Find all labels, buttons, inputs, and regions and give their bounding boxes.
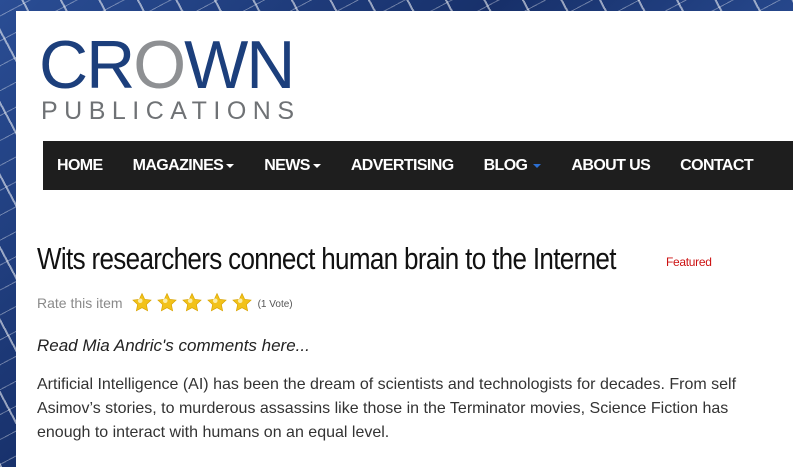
nav-item-label: ADVERTISING — [350, 156, 454, 174]
logo-crown-part2: WN — [184, 27, 295, 103]
nav-item-label: MAGAZINES — [132, 156, 224, 174]
article-paragraph-line: enough to interact with humans on an equ… — [37, 424, 390, 441]
main-navigation: HOME MAGAZINES NEWS ADVERTISING BLOG ABO… — [43, 141, 793, 190]
star-icon[interactable] — [131, 292, 153, 313]
vote-count: (1 Vote) — [257, 299, 293, 310]
caret-down-icon — [533, 163, 542, 168]
star-icon[interactable] — [156, 292, 178, 313]
star-icon[interactable] — [206, 292, 228, 313]
star-icon[interactable] — [181, 292, 203, 313]
logo-publications-wordmark: PUBLICATIONS — [41, 97, 301, 125]
rating-stars — [131, 292, 256, 313]
caret-down-icon — [226, 163, 235, 168]
nav-item-about-us[interactable]: ABOUT US — [571, 157, 650, 175]
rating-widget: Rate this item (1 Vote) — [37, 292, 293, 313]
nav-item-contact[interactable]: CONTACT — [680, 157, 753, 175]
rating-label: Rate this item — [37, 294, 123, 311]
logo-crown-part1: CR — [39, 27, 135, 103]
star-icon[interactable] — [231, 292, 253, 313]
article-title: Wits researchers connect human brain to … — [37, 241, 616, 276]
nav-item-label: HOME — [57, 156, 103, 174]
article-header: Wits researchers connect human brain to … — [37, 240, 712, 278]
article-body: Artificial Intelligence (AI) has been th… — [37, 373, 793, 445]
nav-item-label: ABOUT US — [571, 156, 651, 174]
nav-item-blog[interactable]: BLOG — [484, 157, 542, 175]
comments-link[interactable]: Read Mia Andric's comments here... — [37, 336, 310, 356]
nav-item-label: NEWS — [264, 156, 310, 174]
page-container: CROWN PUBLICATIONS HOME MAGAZINES NEWS A… — [16, 11, 793, 467]
logo-crown-o: O — [133, 27, 186, 103]
article-paragraph-line: Asimov’s stories, to murderous assassins… — [37, 400, 729, 417]
article-paragraph-line: Artificial Intelligence (AI) has been th… — [37, 376, 737, 393]
nav-item-home[interactable]: HOME — [57, 157, 103, 175]
featured-badge: Featured — [666, 255, 712, 269]
caret-down-icon — [312, 163, 321, 168]
logo-crown-wordmark: CROWN — [39, 31, 295, 99]
nav-item-label: CONTACT — [680, 156, 753, 174]
nav-item-magazines[interactable]: MAGAZINES — [133, 157, 235, 175]
nav-item-label: BLOG — [483, 156, 528, 174]
nav-item-news[interactable]: NEWS — [264, 157, 321, 175]
nav-item-advertising[interactable]: ADVERTISING — [351, 157, 454, 175]
crown-publications-logo[interactable]: CROWN PUBLICATIONS — [39, 31, 339, 125]
